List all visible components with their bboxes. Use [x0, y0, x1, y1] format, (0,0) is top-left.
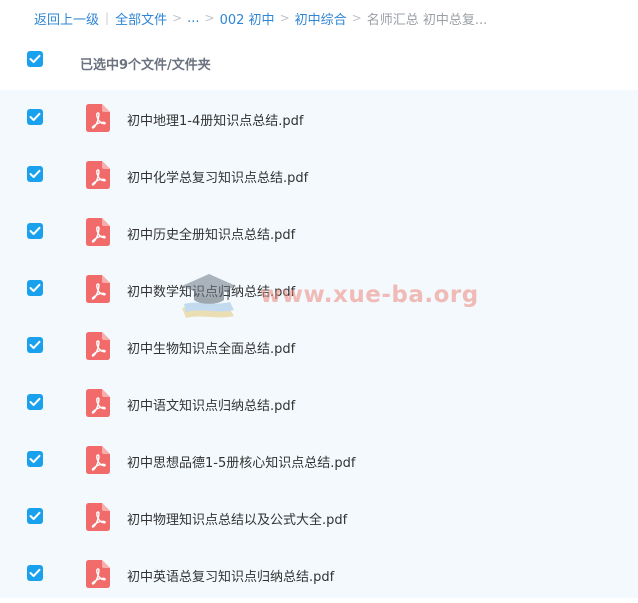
pdf-file-icon	[86, 218, 110, 246]
file-checkbox[interactable]	[27, 223, 43, 239]
pdf-file-icon	[86, 389, 110, 417]
checkmark-icon	[29, 54, 41, 63]
breadcrumb-separator-icon: >	[351, 11, 362, 25]
file-name[interactable]: 初中语文知识点归纳总结.pdf	[127, 395, 295, 414]
breadcrumb-level2[interactable]: 初中综合	[295, 9, 347, 28]
file-checkbox[interactable]	[27, 451, 43, 467]
file-checkbox[interactable]	[27, 280, 43, 296]
file-row[interactable]: 初中化学总复习知识点总结.pdf	[0, 147, 638, 204]
file-row[interactable]: 初中语文知识点归纳总结.pdf	[0, 375, 638, 432]
checkmark-icon	[29, 226, 41, 235]
file-checkbox[interactable]	[27, 508, 43, 524]
checkmark-icon	[29, 169, 41, 178]
checkmark-icon	[29, 568, 41, 577]
pdf-file-icon	[86, 503, 110, 531]
breadcrumb-separator-icon: >	[279, 11, 290, 25]
file-row[interactable]: 初中英语总复习知识点归纳总结.pdf	[0, 546, 638, 603]
file-row[interactable]: 初中思想品德1-5册核心知识点总结.pdf	[0, 432, 638, 489]
file-row[interactable]: 初中数学知识点归纳总结.pdf	[0, 261, 638, 318]
back-link[interactable]: 返回上一级	[34, 9, 99, 28]
breadcrumb-separator-icon: >	[204, 11, 215, 25]
file-row[interactable]: 初中物理知识点总结以及公式大全.pdf	[0, 489, 638, 546]
file-checkbox[interactable]	[27, 565, 43, 581]
breadcrumb: 返回上一级 | 全部文件 > ... > 002 初中 > 初中综合 > 名师汇…	[34, 8, 487, 28]
breadcrumb-current: 名师汇总 初中总复...	[366, 12, 488, 28]
file-name[interactable]: 初中生物知识点全面总结.pdf	[127, 338, 295, 357]
checkmark-icon	[29, 283, 41, 292]
file-name[interactable]: 初中历史全册知识点总结.pdf	[127, 224, 295, 243]
file-name[interactable]: 初中英语总复习知识点归纳总结.pdf	[127, 566, 334, 585]
breadcrumb-divider: |	[105, 11, 110, 25]
file-checkbox[interactable]	[27, 109, 43, 125]
pdf-file-icon	[86, 161, 110, 189]
breadcrumb-all-files[interactable]: 全部文件	[115, 9, 167, 28]
pdf-file-icon	[86, 446, 110, 474]
breadcrumb-separator-icon: >	[172, 11, 183, 25]
file-name[interactable]: 初中数学知识点归纳总结.pdf	[127, 281, 295, 300]
file-list: 初中地理1-4册知识点总结.pdf 初中化学总复习知识点总结.pdf 初中历史全…	[0, 90, 638, 598]
file-checkbox[interactable]	[27, 166, 43, 182]
file-row[interactable]: 初中历史全册知识点总结.pdf	[0, 204, 638, 261]
selection-header: 已选中9个文件/文件夹	[0, 40, 638, 86]
checkmark-icon	[29, 397, 41, 406]
breadcrumb-ellipsis[interactable]: ...	[187, 11, 199, 26]
checkmark-icon	[29, 511, 41, 520]
pdf-file-icon	[86, 275, 110, 303]
pdf-file-icon	[86, 104, 110, 132]
select-all-checkbox[interactable]	[27, 51, 43, 67]
file-checkbox[interactable]	[27, 394, 43, 410]
file-row[interactable]: 初中生物知识点全面总结.pdf	[0, 318, 638, 375]
pdf-file-icon	[86, 560, 110, 588]
selected-count-label: 已选中9个文件/文件夹	[80, 58, 211, 73]
checkmark-icon	[29, 454, 41, 463]
checkmark-icon	[29, 112, 41, 121]
file-checkbox[interactable]	[27, 337, 43, 353]
file-name[interactable]: 初中化学总复习知识点总结.pdf	[127, 167, 308, 186]
file-name[interactable]: 初中物理知识点总结以及公式大全.pdf	[127, 509, 347, 528]
file-name[interactable]: 初中地理1-4册知识点总结.pdf	[127, 110, 303, 129]
file-row[interactable]: 初中地理1-4册知识点总结.pdf	[0, 90, 638, 147]
breadcrumb-level1[interactable]: 002 初中	[220, 9, 275, 28]
file-name[interactable]: 初中思想品德1-5册核心知识点总结.pdf	[127, 452, 355, 471]
pdf-file-icon	[86, 332, 110, 360]
checkmark-icon	[29, 340, 41, 349]
